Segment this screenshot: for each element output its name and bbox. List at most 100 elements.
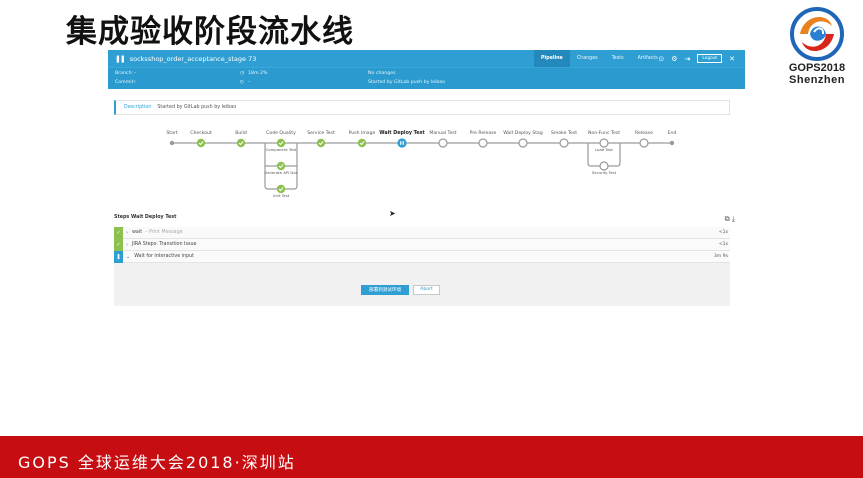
description-text: Started by GitLab push by leibao bbox=[157, 105, 237, 110]
description-label: Description bbox=[124, 105, 152, 110]
step-row[interactable]: ✓ › wait – Print Message <1s bbox=[114, 226, 730, 239]
chevron-down-icon[interactable]: ⌄ bbox=[126, 254, 130, 260]
steps-header-icons: ⧉ ⤓ bbox=[725, 215, 735, 224]
step-label: wait bbox=[132, 230, 143, 235]
tab-changes[interactable]: Changes bbox=[570, 50, 605, 67]
stage-code-quality-success-node[interactable] bbox=[276, 138, 286, 148]
footer-banner: GOPS 全球运维大会2018·深圳站 bbox=[0, 436, 863, 478]
footer-text: GOPS 全球运维大会2018·深圳站 bbox=[18, 453, 296, 472]
stage-wait-deploy-stag-pending-node[interactable] bbox=[518, 138, 528, 148]
open-external-icon[interactable]: ⧉ bbox=[725, 215, 730, 223]
download-icon[interactable]: ⤓ bbox=[732, 215, 735, 223]
chevron-right-icon[interactable]: › bbox=[126, 242, 128, 248]
parallel-label: Generate API Doc bbox=[264, 170, 298, 175]
parallel-label: Unit Test bbox=[273, 193, 290, 198]
tab-pipeline[interactable]: Pipeline bbox=[534, 50, 570, 67]
step-duration: <1s bbox=[718, 230, 728, 235]
logo-line-2: Shenzhen bbox=[789, 74, 845, 86]
steps-header: Steps Wait Deploy Test ⧉ ⤓ bbox=[114, 215, 735, 225]
step-row[interactable]: ❚ ⌄ Wait for interactive input 3m 9s bbox=[114, 250, 730, 263]
stage-pre-release-pending-node[interactable] bbox=[478, 138, 488, 148]
parallel-generate-api-doc-success-node[interactable] bbox=[276, 161, 286, 171]
pause-icon bbox=[400, 141, 402, 145]
stage-release-pending-node[interactable] bbox=[639, 138, 649, 148]
abort-button[interactable]: Abort bbox=[413, 285, 440, 295]
swirl-logo-icon bbox=[790, 7, 844, 61]
stage-manual-test-pending-node[interactable] bbox=[438, 138, 448, 148]
gops-logo: GOPS2018 Shenzhen bbox=[784, 4, 850, 86]
top-icons: ⊙ ⚙ ⇥ Logout ✕ bbox=[658, 50, 735, 67]
run-title: socksshop_order_acceptance_stage 73 bbox=[129, 54, 257, 63]
mouse-cursor-icon: ➤ bbox=[389, 209, 396, 218]
branch-value: – bbox=[134, 71, 137, 76]
exit-icon[interactable]: ⇥ bbox=[685, 55, 691, 63]
chevron-right-icon[interactable]: › bbox=[126, 230, 128, 236]
stage-label-checkout: Checkout bbox=[190, 130, 212, 136]
steps-header-text: Steps Wait Deploy Test bbox=[114, 215, 177, 220]
clock-icon: ◷ bbox=[240, 71, 245, 76]
stage-label-manual-test: Manual Test bbox=[429, 130, 456, 136]
input-actions: 部署到测试环境 Abort bbox=[361, 285, 440, 295]
step-duration: 3m 9s bbox=[713, 254, 728, 259]
step-duration: <1s bbox=[718, 242, 728, 247]
parallel-unit-test-success-node[interactable] bbox=[276, 184, 286, 194]
stage-service-test-success-node[interactable] bbox=[316, 138, 326, 148]
pipeline-app-window: ❚❚ socksshop_order_acceptance_stage 73 P… bbox=[108, 50, 745, 308]
stage-label-smoke-test: Smoke Test bbox=[551, 130, 577, 136]
logo-line-1: GOPS2018 bbox=[788, 62, 846, 74]
stage-build-success-node[interactable] bbox=[236, 138, 246, 148]
time-icon: ◴ bbox=[240, 80, 245, 85]
started-text: Started by GitLab push by leibao bbox=[368, 80, 446, 85]
stage-wait-deploy-test-running-node[interactable] bbox=[397, 138, 407, 148]
parallel-security-test-pending-node[interactable] bbox=[599, 161, 609, 171]
stage-label-build: Build bbox=[235, 130, 247, 136]
stage-label-end: End bbox=[668, 130, 677, 136]
branch-label: Branch: bbox=[115, 71, 134, 76]
stage-label-code-quality: Code Quality bbox=[266, 130, 296, 136]
step-sub: – Print Message bbox=[145, 230, 183, 235]
stage-end-node bbox=[669, 140, 675, 146]
parallel-label: Load Test bbox=[595, 147, 613, 152]
stage-smoke-test-pending-node[interactable] bbox=[559, 138, 569, 148]
stage-label-service-test: Service Test bbox=[307, 130, 335, 136]
check-icon: ✓ bbox=[114, 226, 123, 239]
step-label: JIRA Steps: Transition Issue bbox=[132, 242, 197, 247]
slide-title: 集成验收阶段流水线 bbox=[66, 14, 354, 50]
step-label: Wait for interactive input bbox=[134, 254, 195, 259]
top-bar: ❚❚ socksshop_order_acceptance_stage 73 P… bbox=[108, 50, 745, 67]
stage-label-non-func-test: Non-Func Test bbox=[588, 130, 620, 136]
stage-label-release: Release bbox=[635, 130, 653, 136]
run-info-bar: Branch: – Commit: – ◷ 18m 2% ◴ – No chan… bbox=[108, 67, 745, 89]
proceed-button[interactable]: 部署到测试环境 bbox=[361, 285, 410, 295]
stage-label-pre-release: Pre Release bbox=[470, 130, 497, 136]
close-icon[interactable]: ✕ bbox=[729, 55, 735, 63]
stage-non-func-test-pending-node[interactable] bbox=[599, 138, 609, 148]
pause-status-icon: ❚ bbox=[114, 250, 123, 263]
logout-button[interactable]: Logout bbox=[697, 54, 723, 63]
changes-text: No changes bbox=[368, 71, 396, 76]
play-icon[interactable]: ⊙ bbox=[658, 55, 664, 63]
stage-label-start: Start bbox=[166, 130, 177, 136]
stage-push-image-success-node[interactable] bbox=[357, 138, 367, 148]
stage-start-node bbox=[169, 140, 175, 146]
pause-icon bbox=[402, 141, 404, 145]
check-icon: ✓ bbox=[114, 238, 123, 251]
tab-tests[interactable]: Tests bbox=[605, 50, 631, 67]
time-value: – bbox=[248, 80, 251, 85]
commit-value: – bbox=[134, 80, 137, 85]
tab-bar: Pipeline Changes Tests Artifacts bbox=[534, 50, 665, 67]
step-row[interactable]: ✓ › JIRA Steps: Transition Issue <1s bbox=[114, 238, 730, 251]
gear-icon[interactable]: ⚙ bbox=[671, 55, 677, 63]
duration: 18m 2% bbox=[248, 71, 268, 76]
pipeline-graph: Start Checkout Build Code Quality Service Te… bbox=[108, 124, 745, 214]
stage-label-push-image: Push Image bbox=[349, 130, 376, 136]
steps-panel: ✓ › wait – Print Message <1s ✓ › JIRA St… bbox=[114, 226, 730, 306]
commit-label: Commit: bbox=[115, 80, 135, 85]
parallel-label: Security Test bbox=[592, 170, 617, 175]
stage-label-wait-deploy-stag: Wait Deploy Stag bbox=[503, 130, 543, 136]
pause-icon[interactable]: ❚❚ bbox=[115, 55, 126, 63]
stage-checkout-success-node[interactable] bbox=[196, 138, 206, 148]
description-box: Description Started by GitLab push by le… bbox=[114, 100, 730, 115]
stage-label-wait-deploy-test: Wait Deploy Test bbox=[379, 130, 425, 136]
parallel-label: Component Test bbox=[266, 147, 297, 152]
